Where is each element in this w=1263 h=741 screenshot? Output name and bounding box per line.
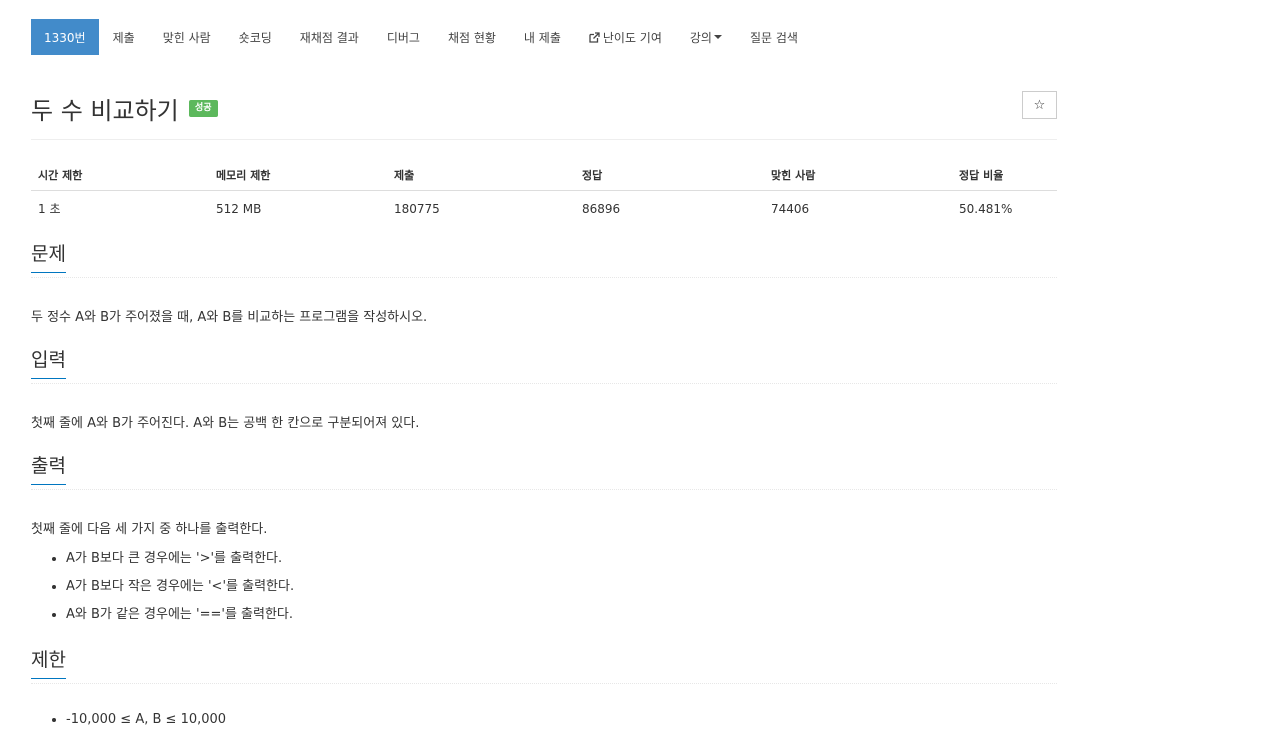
tab-label: 맞힌 사람 — [162, 30, 211, 45]
list-item: A가 B보다 작은 경우에는 '<'를 출력한다. — [66, 573, 1057, 601]
tab-lectures-dropdown[interactable]: 강의 — [676, 19, 736, 55]
limit-description: -10,000 ≤ A, B ≤ 10,000 — [31, 684, 1057, 734]
problem-info-table: 시간 제한 메모리 제한 제출 정답 맞힌 사람 정답 비율 1 초 512 M… — [31, 159, 1057, 225]
limit-list: -10,000 ≤ A, B ≤ 10,000 — [31, 706, 1057, 734]
header-accept-ratio: 정답 비율 — [952, 159, 1057, 191]
tab-label: 디버그 — [386, 30, 420, 45]
value-submissions: 180775 — [394, 201, 440, 216]
tab-question-search[interactable]: 질문 검색 — [736, 19, 812, 55]
output-description: 첫째 줄에 다음 세 가지 중 하나를 출력한다. A가 B보다 큰 경우에는 … — [31, 490, 1057, 629]
caret-down-icon — [713, 35, 722, 39]
tab-label: 강의 — [689, 30, 712, 45]
tab-label: 1330번 — [44, 30, 86, 45]
header-accepted: 정답 — [575, 159, 764, 191]
problem-menu: 1330번 제출 맞힌 사람 숏코딩 재채점 결과 디버그 채점 현황 내 제출 — [31, 19, 1057, 55]
external-link-icon — [589, 31, 600, 43]
tab-label: 난이도 기여 — [602, 30, 662, 45]
section-title-problem: 문제 — [31, 243, 66, 273]
tab-my-submissions[interactable]: 내 제출 — [510, 19, 575, 55]
problem-page: 1330번 제출 맞힌 사람 숏코딩 재채점 결과 디버그 채점 현황 내 제출 — [31, 19, 1057, 734]
header-memory-limit: 메모리 제한 — [209, 159, 387, 191]
limit-section: 제한 -10,000 ≤ A, B ≤ 10,000 — [31, 645, 1057, 734]
value-accept-ratio: 50.481% — [959, 201, 1013, 216]
list-item: A와 B가 같은 경우에는 '=='를 출력한다. — [66, 601, 1057, 629]
input-text: 첫째 줄에 A와 B가 주어진다. A와 B는 공백 한 칸으로 구분되어져 있… — [31, 416, 420, 431]
header-solved-users: 맞힌 사람 — [764, 159, 952, 191]
section-title-limit: 제한 — [31, 649, 66, 679]
section-headline: 문제 — [31, 239, 1057, 278]
tab-label: 채점 현황 — [447, 30, 496, 45]
star-icon: ☆ — [1033, 97, 1046, 113]
tab-difficulty-contribution[interactable]: 난이도 기여 — [575, 19, 676, 55]
tab-problem-number[interactable]: 1330번 — [31, 19, 99, 55]
tab-label: 숏코딩 — [238, 30, 272, 45]
tab-judge-status[interactable]: 채점 현황 — [434, 19, 510, 55]
table-header-row: 시간 제한 메모리 제한 제출 정답 맞힌 사람 정답 비율 — [31, 159, 1057, 191]
favorite-star-button[interactable]: ☆ — [1022, 91, 1057, 119]
output-list: A가 B보다 큰 경우에는 '>'를 출력한다. A가 B보다 작은 경우에는 … — [31, 545, 1057, 629]
section-title-output: 출력 — [31, 455, 66, 485]
header-submissions: 제출 — [387, 159, 575, 191]
value-accepted: 86896 — [582, 201, 621, 216]
input-section: 입력 첫째 줄에 A와 B가 주어진다. A와 B는 공백 한 칸으로 구분되어… — [31, 345, 1057, 431]
page-header: 두 수 비교하기 성공 ☆ — [31, 91, 1057, 140]
tab-debug[interactable]: 디버그 — [373, 19, 434, 55]
tab-label: 내 제출 — [523, 30, 561, 45]
tab-label: 재채점 결과 — [299, 30, 359, 45]
status-badge: 성공 — [189, 100, 218, 117]
value-memory-limit: 512 MB — [216, 201, 262, 216]
list-item: -10,000 ≤ A, B ≤ 10,000 — [66, 706, 1057, 734]
page-title: 두 수 비교하기 — [31, 97, 179, 125]
problem-section: 문제 두 정수 A와 B가 주어졌을 때, A와 B를 비교하는 프로그램을 작… — [31, 239, 1057, 325]
section-headline: 입력 — [31, 345, 1057, 384]
output-text: 첫째 줄에 다음 세 가지 중 하나를 출력한다. — [31, 522, 268, 537]
tab-solved-users[interactable]: 맞힌 사람 — [149, 19, 225, 55]
problem-text: 두 정수 A와 B가 주어졌을 때, A와 B를 비교하는 프로그램을 작성하시… — [31, 310, 428, 325]
tab-label: 질문 검색 — [749, 30, 798, 45]
section-headline: 제한 — [31, 645, 1057, 684]
tab-label: 제출 — [112, 30, 135, 45]
section-headline: 출력 — [31, 451, 1057, 490]
tab-short-coding[interactable]: 숏코딩 — [225, 19, 286, 55]
tab-rejudge-results[interactable]: 재채점 결과 — [286, 19, 373, 55]
tab-submit[interactable]: 제출 — [99, 19, 149, 55]
problem-description: 두 정수 A와 B가 주어졌을 때, A와 B를 비교하는 프로그램을 작성하시… — [31, 278, 1057, 325]
value-solved-users: 74406 — [771, 201, 810, 216]
input-description: 첫째 줄에 A와 B가 주어진다. A와 B는 공백 한 칸으로 구분되어져 있… — [31, 384, 1057, 431]
output-section: 출력 첫째 줄에 다음 세 가지 중 하나를 출력한다. A가 B보다 큰 경우… — [31, 451, 1057, 629]
table-row: 1 초 512 MB 180775 86896 74406 50.481% — [31, 191, 1057, 226]
value-time-limit: 1 초 — [38, 202, 61, 216]
section-title-input: 입력 — [31, 349, 66, 379]
list-item: A가 B보다 큰 경우에는 '>'를 출력한다. — [66, 545, 1057, 573]
header-time-limit: 시간 제한 — [31, 159, 209, 191]
